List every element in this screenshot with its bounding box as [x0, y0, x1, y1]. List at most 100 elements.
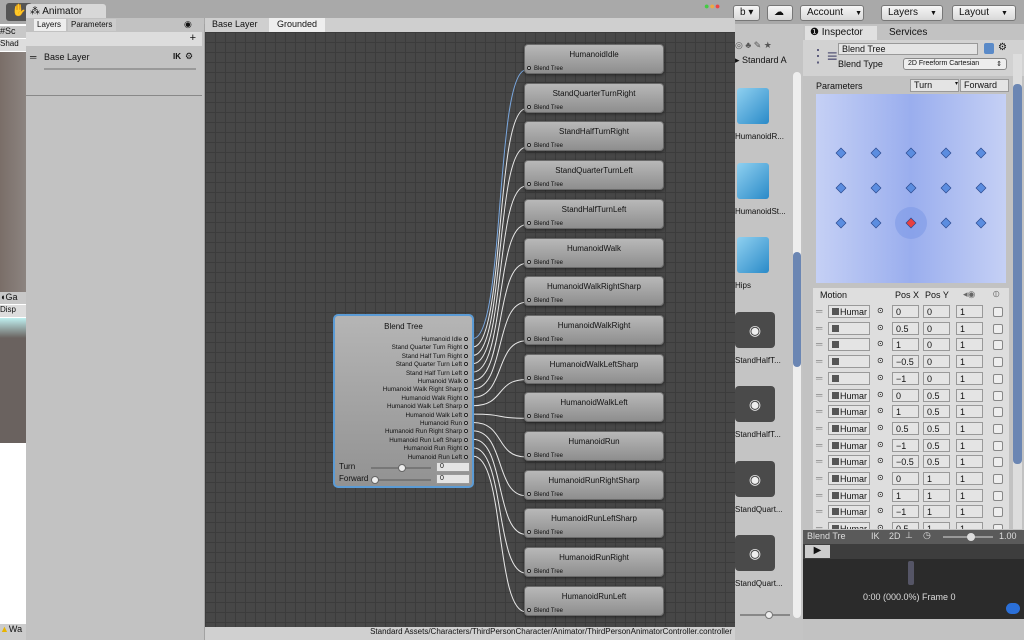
input-port[interactable] — [527, 491, 531, 496]
pos-x-field[interactable]: 0 — [892, 472, 919, 485]
preview-timeline[interactable]: ▶ — [803, 544, 1024, 559]
input-port[interactable] — [527, 336, 531, 341]
motion-field[interactable]: StandC — [828, 355, 870, 369]
output-port[interactable] — [464, 412, 468, 417]
output-port[interactable] — [464, 362, 468, 367]
drag-handle-icon[interactable]: ═ — [30, 52, 36, 62]
output-port[interactable] — [464, 395, 468, 400]
blend-output[interactable]: Humanoid Run Right Sharp — [385, 428, 468, 435]
pos-x-field[interactable]: −1 — [892, 438, 919, 452]
motion-field[interactable]: StandH — [828, 338, 870, 352]
motion-field[interactable]: Humar — [828, 405, 870, 419]
pos-y-field[interactable]: 0 — [923, 321, 950, 335]
picker-icon[interactable]: ⊙ — [877, 338, 884, 351]
asset-label-icon[interactable] — [1006, 603, 1020, 614]
input-port[interactable] — [527, 569, 531, 574]
blend-output[interactable]: Stand Half Turn Left — [406, 370, 468, 377]
speed-field[interactable]: 1 — [956, 505, 983, 519]
mirror-checkbox[interactable] — [993, 407, 1003, 418]
row-drag-handle-icon[interactable]: ═ — [816, 489, 822, 502]
output-port[interactable] — [464, 446, 468, 451]
project-item[interactable]: ◉ StandHalfT... — [735, 382, 793, 452]
pos-x-field[interactable]: 1 — [892, 405, 919, 419]
motion-field[interactable]: Humar — [828, 488, 870, 502]
motion-field[interactable]: StandH — [828, 371, 870, 385]
tab-layers[interactable]: Layers — [34, 19, 66, 31]
speed-field[interactable]: 1 — [956, 388, 983, 402]
pos-y-field[interactable]: 1 — [923, 488, 950, 502]
pos-y-field[interactable]: 1 — [923, 505, 950, 519]
pos-x-field[interactable]: 1 — [892, 338, 919, 352]
row-drag-handle-icon[interactable]: ═ — [816, 322, 822, 335]
blend-output[interactable]: Humanoid Run Right — [404, 445, 468, 452]
blend-output[interactable]: Humanoid Walk Left — [406, 412, 468, 419]
picker-icon[interactable]: ⊙ — [877, 489, 884, 502]
game-tab[interactable]: ◖Ga — [0, 292, 26, 304]
speed-field[interactable]: 1 — [956, 371, 983, 385]
pos-y-field[interactable]: 0.5 — [923, 405, 950, 419]
mirror-checkbox[interactable] — [993, 457, 1003, 468]
input-port[interactable] — [527, 66, 531, 70]
project-item[interactable]: ◉ StandHalfT... — [735, 308, 793, 378]
state-node[interactable]: HumanoidWalkLeftSharp Blend Tree — [524, 353, 664, 384]
turn-value-field[interactable]: 0 — [436, 462, 470, 472]
motion-field[interactable]: Humar — [828, 455, 870, 469]
tab-parameters[interactable]: Parameters — [68, 19, 116, 31]
mirror-checkbox[interactable] — [993, 340, 1003, 351]
picker-icon[interactable]: ⊙ — [877, 405, 884, 418]
mirror-checkbox[interactable] — [993, 440, 1003, 451]
animator-tab[interactable]: ⁂ Animator — [26, 4, 106, 18]
play-button[interactable]: ▶ — [805, 545, 830, 558]
pos-y-field[interactable]: 1 — [923, 522, 950, 529]
tab-services[interactable]: Services — [889, 27, 927, 38]
picker-icon[interactable]: ⊙ — [877, 389, 884, 402]
pos-y-field[interactable]: 0.5 — [923, 388, 950, 402]
layout-dropdown[interactable]: Layout ▼ — [952, 5, 1016, 21]
output-port[interactable] — [464, 454, 468, 459]
output-port[interactable] — [464, 337, 468, 341]
pos-y-field[interactable]: 0 — [923, 355, 950, 369]
mirror-checkbox[interactable] — [993, 323, 1003, 334]
picker-icon[interactable]: ⊙ — [877, 522, 884, 529]
mirror-checkbox[interactable] — [993, 490, 1003, 501]
scene-tab[interactable]: #Sc — [0, 26, 26, 38]
mirror-checkbox[interactable] — [993, 524, 1003, 529]
row-drag-handle-icon[interactable]: ═ — [816, 389, 822, 402]
help-icon[interactable] — [984, 43, 994, 54]
breadcrumb-base-layer[interactable]: Base Layer — [212, 19, 258, 29]
state-node[interactable]: HumanoidRunRightSharp Blend Tree — [524, 469, 664, 500]
output-port[interactable] — [464, 437, 468, 442]
project-toolbar-icons[interactable]: ◎ ♣ ✎ ★ — [735, 40, 803, 54]
row-drag-handle-icon[interactable]: ═ — [816, 305, 822, 318]
blend-output[interactable]: Humanoid Run Left Sharp — [389, 437, 468, 444]
pos-x-field[interactable]: 0.5 — [892, 321, 919, 335]
console-warning[interactable]: ▲Wa — [0, 624, 26, 640]
speed-field[interactable]: 1 — [956, 305, 983, 318]
picker-icon[interactable]: ⊙ — [877, 472, 884, 485]
state-node[interactable]: HumanoidWalkRight Blend Tree — [524, 314, 664, 345]
output-port[interactable] — [464, 345, 468, 350]
animator-graph[interactable]: HumanoidIdle Blend Tree StandQuarterTurnRi… — [205, 32, 735, 627]
blend-type-dropdown[interactable]: 2D Freeform Cartesian ⇕ — [903, 58, 1007, 70]
state-node[interactable]: HumanoidWalk Blend Tree — [524, 237, 664, 268]
input-port[interactable] — [527, 143, 531, 148]
preview-speed-slider[interactable] — [943, 533, 993, 541]
speed-field[interactable]: 1 — [956, 522, 983, 529]
pos-x-field[interactable]: 0.5 — [892, 522, 919, 529]
cloud-button[interactable]: ☁ — [767, 5, 793, 21]
pos-y-field[interactable]: 0.5 — [923, 455, 950, 469]
mirror-checkbox[interactable] — [993, 474, 1003, 484]
picker-icon[interactable]: ⊙ — [877, 422, 884, 435]
speed-field[interactable]: 1 — [956, 421, 983, 435]
input-port[interactable] — [527, 414, 531, 419]
state-node[interactable]: HumanoidRunRight Blend Tree — [524, 547, 664, 578]
mirror-checkbox[interactable] — [993, 307, 1003, 317]
output-port[interactable] — [464, 387, 468, 392]
breadcrumb-grounded[interactable]: Grounded — [269, 18, 326, 32]
row-drag-handle-icon[interactable]: ═ — [816, 372, 822, 385]
picker-icon[interactable]: ⊙ — [877, 372, 884, 385]
pos-x-field[interactable]: 0.5 — [892, 421, 919, 435]
name-field[interactable]: Blend Tree — [838, 43, 978, 55]
motion-field[interactable]: Humar — [828, 305, 870, 318]
speed-field[interactable]: 1 — [956, 355, 983, 369]
